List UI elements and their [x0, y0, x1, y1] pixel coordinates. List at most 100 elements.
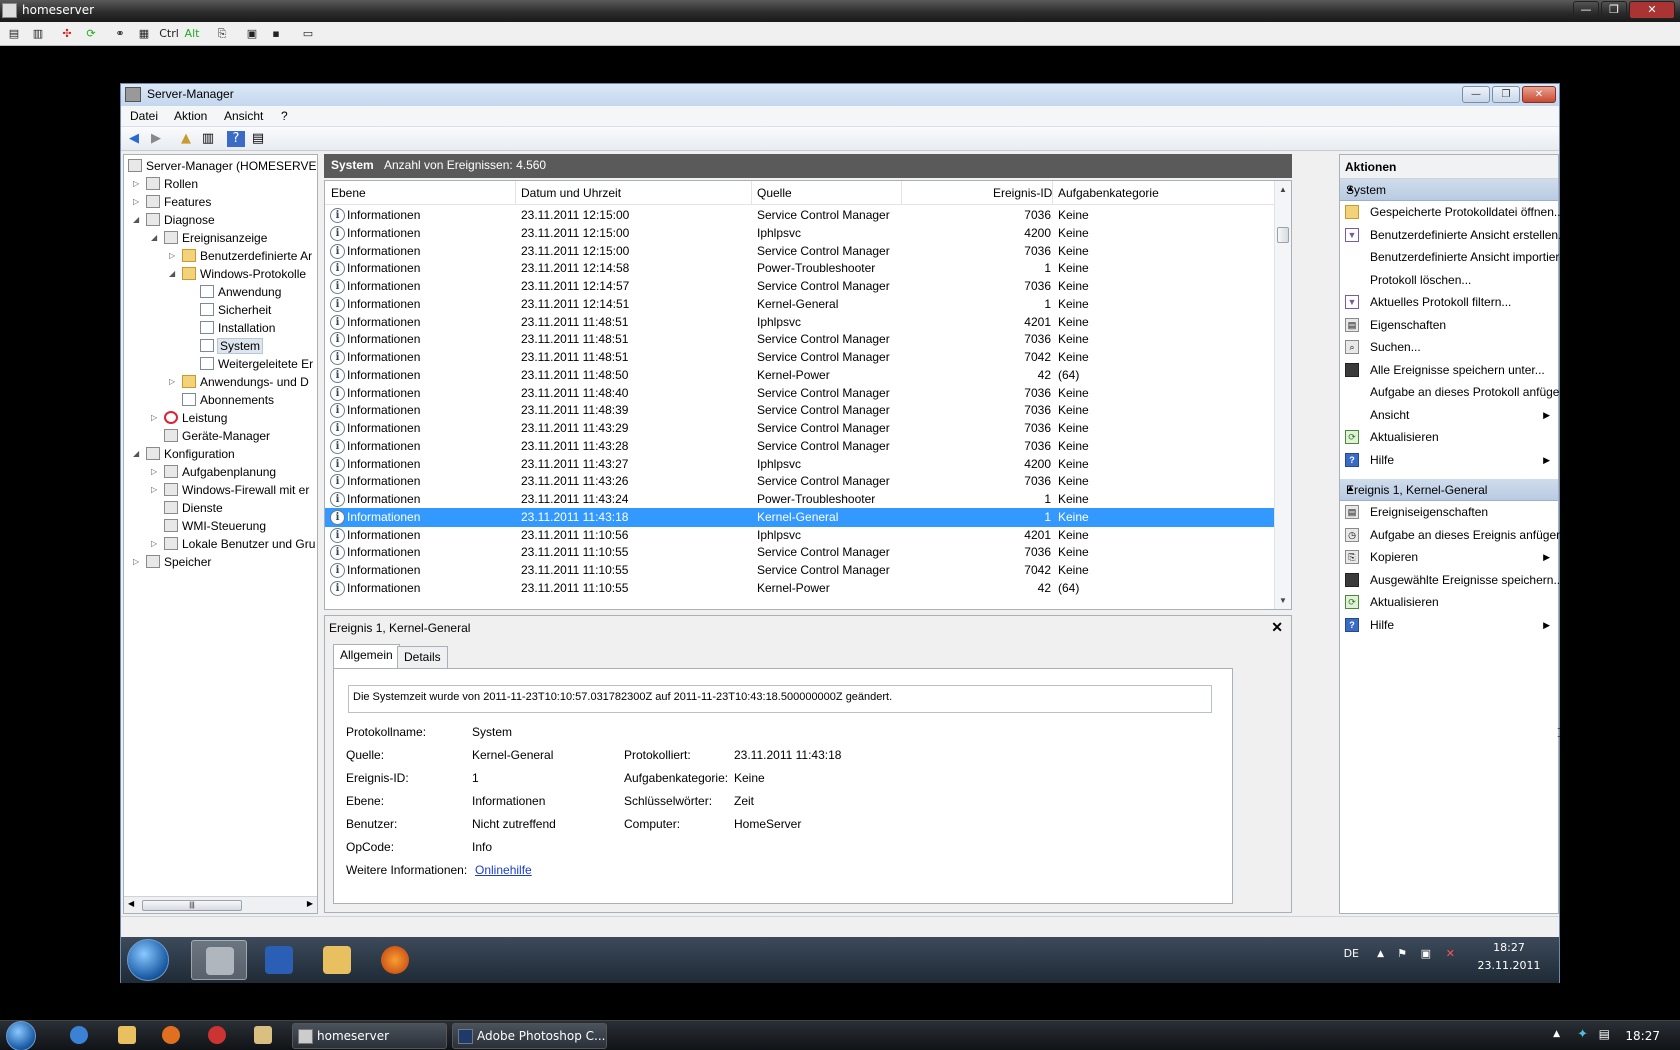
expand-toggle-icon[interactable]: ▷	[133, 175, 143, 193]
properties-icon[interactable]: ▤	[6, 26, 22, 42]
grid-scroll-thumb[interactable]	[1277, 227, 1289, 243]
col-datum[interactable]: Datum und Uhrzeit	[521, 186, 621, 200]
host-task-photoshop[interactable]: Adobe Photoshop C...	[452, 1023, 607, 1049]
taskbar-explorer[interactable]	[309, 940, 365, 980]
table-row[interactable]: i Informationen 23.11.2011 11:10:55 Service…	[325, 543, 1275, 562]
tree-item[interactable]: WMI-Steuerung	[164, 517, 266, 535]
collapse-icon[interactable]: ▲	[1346, 483, 1552, 493]
copy-icon[interactable]: ⎘	[214, 26, 230, 42]
save-icon[interactable]: ▪	[268, 26, 284, 42]
action-item[interactable]: ⟳ Aktualisieren	[1340, 426, 1558, 448]
tree-item[interactable]: ◢ Diagnose	[133, 211, 215, 229]
explorer-icon[interactable]	[118, 1026, 136, 1044]
tree-item[interactable]: Dienste	[164, 499, 223, 517]
tree-item[interactable]: Sicherheit	[200, 301, 271, 319]
menu-datei[interactable]: Datei	[130, 109, 158, 123]
sm-minimize-button[interactable]: —	[1462, 86, 1490, 103]
fullscreen-icon[interactable]: ✣	[59, 26, 75, 42]
show-hide-tree-icon[interactable]: ▥	[199, 131, 217, 147]
action-item[interactable]: ◷ Aufgabe an dieses Ereignis anfügen...	[1340, 524, 1573, 546]
menu-help[interactable]: ?	[281, 109, 288, 123]
action-item[interactable]: Benutzerdefinierte Ansicht importiere...	[1340, 246, 1576, 268]
network-icon[interactable]: ▣	[1421, 947, 1431, 960]
detail-close-icon[interactable]: ✕	[1271, 619, 1283, 636]
tree-item[interactable]: ▷ Rollen	[133, 175, 198, 193]
col-ebene[interactable]: Ebene	[331, 186, 366, 200]
ie-icon[interactable]	[70, 1026, 88, 1044]
action-item[interactable]: ? Hilfe ▶	[1340, 449, 1558, 471]
table-row[interactable]: i Informationen 23.11.2011 11:43:26 Service…	[325, 472, 1275, 491]
host-clock[interactable]: 18:27	[1625, 1029, 1660, 1043]
tree-item[interactable]: ▷ Windows-Firewall mit er	[151, 481, 309, 499]
onlinehilfe-link[interactable]: Onlinehilfe	[475, 863, 532, 877]
forward-arrow-icon[interactable]: ▶	[147, 131, 165, 147]
expand-toggle-icon[interactable]: ▷	[151, 409, 161, 427]
table-row[interactable]: i Informationen 23.11.2011 11:10:55 Service…	[325, 561, 1275, 580]
action-item[interactable]: ▼ Benutzerdefinierte Ansicht erstellen...	[1340, 224, 1568, 246]
col-ereignis-id[interactable]: Ereignis-ID	[993, 186, 1052, 200]
scroll-down-icon[interactable]: ▼	[1279, 596, 1287, 605]
actions-section-event[interactable]: Ereignis 1, Kernel-General ▲	[1340, 479, 1558, 501]
tree-item[interactable]: Installation	[200, 319, 275, 337]
table-row[interactable]: i Informationen 23.11.2011 11:48:51 Service…	[325, 348, 1275, 367]
taskbar-firefox[interactable]	[367, 940, 423, 980]
tree-item[interactable]: ▷ Anwendungs- und D	[169, 373, 309, 391]
network-icon[interactable]: ▤	[1599, 1027, 1610, 1041]
tab-allgemein[interactable]: Allgemein	[333, 644, 400, 669]
tree-item[interactable]: ▷ Leistung	[151, 409, 227, 427]
tray-expand-icon[interactable]: ▲	[1377, 949, 1384, 959]
table-row[interactable]: i Informationen 23.11.2011 11:43:18 Kernel-…	[325, 507, 1275, 527]
expand-toggle-icon[interactable]: ▷	[169, 373, 179, 391]
action-item[interactable]: Protokoll löschen...	[1340, 269, 1558, 291]
tree-item[interactable]: ▷ Speicher	[133, 553, 211, 571]
expand-toggle-icon[interactable]: ▷	[133, 193, 143, 211]
expand-toggle-icon[interactable]: ▷	[169, 247, 179, 265]
remote-start-button[interactable]	[127, 939, 169, 981]
clipboard-icon[interactable]: ▣	[244, 26, 260, 42]
tree-item[interactable]: Geräte-Manager	[164, 427, 270, 445]
remote-clock-time[interactable]: 18:27	[1469, 941, 1549, 954]
table-row[interactable]: i Informationen 23.11.2011 11:43:29 Service…	[325, 419, 1275, 438]
scroll-thumb[interactable]: |||	[142, 900, 242, 911]
show-hide-actions-icon[interactable]: ▤	[249, 131, 267, 147]
expand-toggle-icon[interactable]: ▷	[151, 463, 161, 481]
tab-details[interactable]: Details	[397, 646, 448, 668]
remote-clock-date[interactable]: 23.11.2011	[1469, 959, 1549, 972]
folder-icon[interactable]	[254, 1026, 272, 1044]
tree-item[interactable]: Anwendung	[200, 283, 281, 301]
up-folder-icon[interactable]: ▲	[177, 131, 195, 147]
table-row[interactable]: i Informationen 23.11.2011 12:15:00 Service…	[325, 206, 1275, 225]
tree-horizontal-scrollbar[interactable]: ◀ ||| ▶	[124, 896, 317, 913]
taskbar-server-manager[interactable]	[191, 940, 247, 980]
table-row[interactable]: i Informationen 23.11.2011 11:43:24 Power-T…	[325, 490, 1275, 509]
tree-item[interactable]: System	[200, 337, 264, 355]
action-item[interactable]: ⟳ Aktualisieren	[1340, 591, 1558, 613]
action-item[interactable]: ⎘ Kopieren ▶	[1340, 546, 1558, 568]
expand-toggle-icon[interactable]: ◢	[169, 265, 179, 283]
action-item[interactable]: Alle Ereignisse speichern unter...	[1340, 359, 1558, 381]
action-item[interactable]: Aufgabe an dieses Protokoll anfügen...	[1340, 381, 1576, 403]
grid-vertical-scrollbar[interactable]: ▲ ▼	[1274, 181, 1291, 609]
action-item[interactable]: Gespeicherte Protokolldatei öffnen...	[1340, 201, 1564, 223]
window-icon[interactable]: ▭	[300, 26, 316, 42]
table-row[interactable]: i Informationen 23.11.2011 11:48:51 Iphlpsv…	[325, 313, 1275, 332]
restore-button[interactable]: ❐	[1601, 1, 1627, 19]
tree-item[interactable]: Weitergeleitete Er	[200, 355, 313, 373]
taskbar-powershell[interactable]	[251, 940, 307, 980]
menu-ansicht[interactable]: Ansicht	[224, 109, 263, 123]
table-row[interactable]: i Informationen 23.11.2011 11:48:40 Service…	[325, 384, 1275, 403]
table-row[interactable]: i Informationen 23.11.2011 12:14:58 Power-T…	[325, 259, 1275, 278]
action-item[interactable]: ▤ Ereigniseigenschaften	[1340, 501, 1558, 523]
host-start-button[interactable]	[6, 1021, 36, 1050]
sm-close-button[interactable]: ✕	[1522, 86, 1556, 103]
expand-toggle-icon[interactable]: ◢	[133, 445, 143, 463]
back-arrow-icon[interactable]: ◀	[125, 131, 143, 147]
volume-muted-icon[interactable]: ✕	[1446, 947, 1455, 960]
table-row[interactable]: i Informationen 23.11.2011 11:48:39 Service…	[325, 401, 1275, 420]
expand-toggle-icon[interactable]: ◢	[133, 211, 143, 229]
scroll-right-icon[interactable]: ▶	[307, 899, 313, 908]
info-icon[interactable]: ▥	[30, 26, 46, 42]
app-icon[interactable]	[208, 1026, 226, 1044]
table-row[interactable]: i Informationen 23.11.2011 11:10:55 Kernel-…	[325, 579, 1275, 598]
scroll-up-icon[interactable]: ▲	[1279, 185, 1287, 194]
